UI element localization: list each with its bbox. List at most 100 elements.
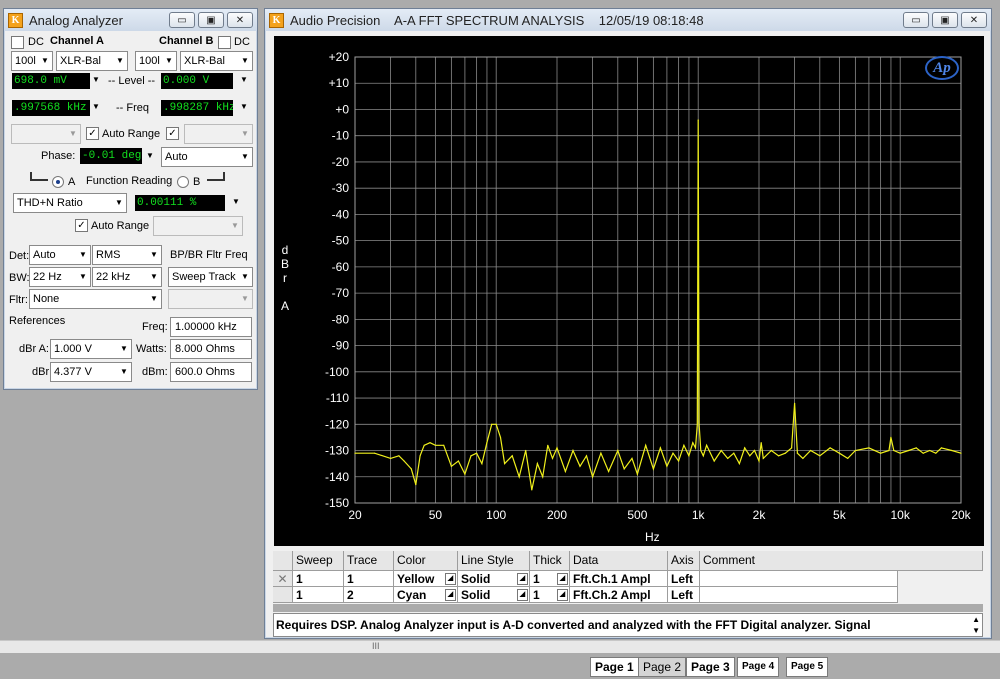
chevron-down-icon[interactable]: ◢	[517, 589, 528, 601]
sweep-track-select[interactable]: Sweep Track ▼	[168, 267, 253, 287]
chevron-down-icon[interactable]: ◢	[445, 573, 456, 585]
bpbr-label: BP/BR Fltr Freq	[170, 249, 248, 261]
freq-a-dropdown-icon[interactable]: ▼	[92, 102, 100, 111]
graph-titlebar[interactable]: K Audio Precision A-A FFT SPECTRUM ANALY…	[265, 9, 991, 31]
cell-sweep[interactable]: 1	[293, 571, 344, 587]
cell-trace[interactable]: 2	[344, 587, 394, 603]
det-select[interactable]: Auto ▼	[29, 245, 91, 265]
horizontal-scrollbar[interactable]: III	[0, 640, 1000, 653]
auto-range-function-label: Auto Range	[91, 220, 150, 232]
auto-range-function-select: ▼	[153, 216, 243, 236]
range-a-select[interactable]: 100l ▼	[11, 51, 53, 71]
auto-range-function-checkbox[interactable]: ✓	[75, 219, 88, 232]
minimize-icon[interactable]: ▭	[903, 12, 929, 28]
det-mode-select[interactable]: RMS ▼	[92, 245, 162, 265]
bw-low-select[interactable]: 22 Hz ▼	[29, 267, 91, 287]
scrollbar-grip[interactable]: III	[372, 641, 380, 651]
comment-box[interactable]: Requires DSP. Analog Analyzer input is A…	[273, 613, 983, 637]
cell-color[interactable]: Cyan ◢	[394, 587, 458, 603]
freq-ref-input[interactable]: 1.00000 kHz	[170, 317, 252, 337]
header-cell: Line Style	[458, 551, 530, 571]
data-point	[694, 447, 697, 449]
chevron-down-icon[interactable]: ◢	[445, 589, 456, 601]
phase-dropdown-icon[interactable]: ▼	[146, 151, 154, 160]
radio-b[interactable]	[177, 176, 189, 188]
watts-input[interactable]: 8.000 Ohms	[170, 339, 252, 359]
data-point	[564, 470, 566, 473]
cell-line-style[interactable]: Solid ◢	[458, 587, 530, 603]
dc-a-checkbox[interactable]	[11, 36, 24, 49]
data-point	[636, 473, 638, 475]
function-dropdown-icon[interactable]: ▼	[232, 197, 240, 206]
radio-a[interactable]	[52, 176, 64, 188]
cell-line-style[interactable]: Solid ◢	[458, 571, 530, 587]
input-a-select[interactable]: XLR-Bal ▼	[56, 51, 128, 71]
data-point	[518, 476, 520, 478]
y-tick-label: +0	[335, 102, 349, 116]
cell-thick[interactable]: 1 ◢	[530, 571, 570, 587]
cell-axis[interactable]: Left	[668, 587, 700, 603]
dbrb-input[interactable]: 4.377 V ▼	[50, 362, 132, 382]
chevron-down-icon: ▼	[150, 294, 158, 303]
cell-data[interactable]: Fft.Ch.2 Ampl	[570, 587, 668, 603]
row-checkbox[interactable]: ✕	[273, 571, 293, 587]
data-point	[652, 468, 654, 470]
cell-comment[interactable]	[700, 587, 898, 603]
minimize-icon[interactable]: ▭	[169, 12, 195, 28]
dbra-input[interactable]: 1.000 V ▼	[50, 339, 132, 359]
freq-b-dropdown-icon[interactable]: ▼	[240, 102, 248, 111]
cell-color[interactable]: Yellow ◢	[394, 571, 458, 587]
cell-thick[interactable]: 1 ◢	[530, 587, 570, 603]
function-bracket-left	[30, 172, 48, 181]
cell-comment[interactable]	[700, 571, 898, 587]
y-tick-label: +20	[329, 50, 350, 64]
chevron-down-icon: ▼	[241, 152, 249, 161]
data-point	[525, 449, 527, 452]
tab-page-3[interactable]: Page 3	[686, 657, 735, 677]
header-cell: Axis	[668, 551, 700, 571]
tab-page-1[interactable]: Page 1	[590, 657, 639, 677]
cell-axis[interactable]: Left	[668, 571, 700, 587]
analyzer-titlebar[interactable]: K Analog Analyzer ▭ ▣ ✕	[4, 9, 257, 31]
dbm-input[interactable]: 600.0 Ohms	[170, 362, 252, 382]
comment-text: Requires DSP. Analog Analyzer input is A…	[276, 618, 871, 632]
radio-a-label: A	[68, 176, 76, 188]
tab-page-5[interactable]: Page 5	[786, 657, 829, 677]
fltr-select[interactable]: None ▼	[29, 289, 162, 309]
close-icon[interactable]: ✕	[961, 12, 987, 28]
scroll-down-icon[interactable]: ▼	[972, 625, 980, 636]
level-b-dropdown-icon[interactable]: ▼	[240, 75, 248, 84]
cell-data[interactable]: Fft.Ch.1 Ampl	[570, 571, 668, 587]
level-a-dropdown-icon[interactable]: ▼	[92, 75, 100, 84]
function-select[interactable]: THD+N Ratio ▼	[13, 193, 127, 213]
data-point	[890, 436, 892, 438]
chevron-down-icon[interactable]: ◢	[557, 573, 568, 585]
data-point	[398, 455, 400, 457]
table-row[interactable]: 1 2 Cyan ◢ Solid ◢ 1 ◢ Fft.Ch.2 Ampl Left	[273, 587, 898, 603]
close-icon[interactable]: ✕	[227, 12, 253, 28]
bw-high-select[interactable]: 22 kHz ▼	[92, 267, 162, 287]
data-point	[706, 444, 708, 446]
dc-b-checkbox[interactable]	[218, 36, 231, 49]
cell-sweep[interactable]: 1	[293, 587, 344, 603]
phase-mode-select[interactable]: Auto ▼	[161, 147, 253, 167]
maximize-icon[interactable]: ▣	[932, 12, 958, 28]
maximize-icon[interactable]: ▣	[198, 12, 224, 28]
chevron-down-icon[interactable]: ◢	[557, 589, 568, 601]
spectrum-chart[interactable]: +20 +10 +0 -10 -20 -30 -40 -50 -60 -70 -80 -90 -100 -…	[274, 36, 984, 546]
analyzer-title: Analog Analyzer	[29, 12, 123, 28]
chevron-down-icon[interactable]: ◢	[517, 573, 528, 585]
range-b-select[interactable]: 100l ▼	[135, 51, 177, 71]
tab-page-2[interactable]: Page 2	[638, 657, 687, 677]
data-point	[893, 449, 895, 452]
table-row[interactable]: ✕ 1 1 Yellow ◢ Solid ◢ 1 ◢ Fft.Ch.1 Ampl Le…	[273, 571, 898, 587]
row-checkbox[interactable]	[273, 587, 293, 603]
cell-trace[interactable]: 1	[344, 571, 394, 587]
auto-range-b-checkbox[interactable]: ✓	[166, 127, 179, 140]
data-point	[940, 447, 943, 449]
freq-label: -- Freq	[116, 102, 149, 114]
y-tick-label: -10	[332, 129, 350, 143]
input-b-select[interactable]: XLR-Bal ▼	[180, 51, 253, 71]
auto-range-a-checkbox[interactable]: ✓	[86, 127, 99, 140]
tab-page-4[interactable]: Page 4	[737, 657, 780, 677]
